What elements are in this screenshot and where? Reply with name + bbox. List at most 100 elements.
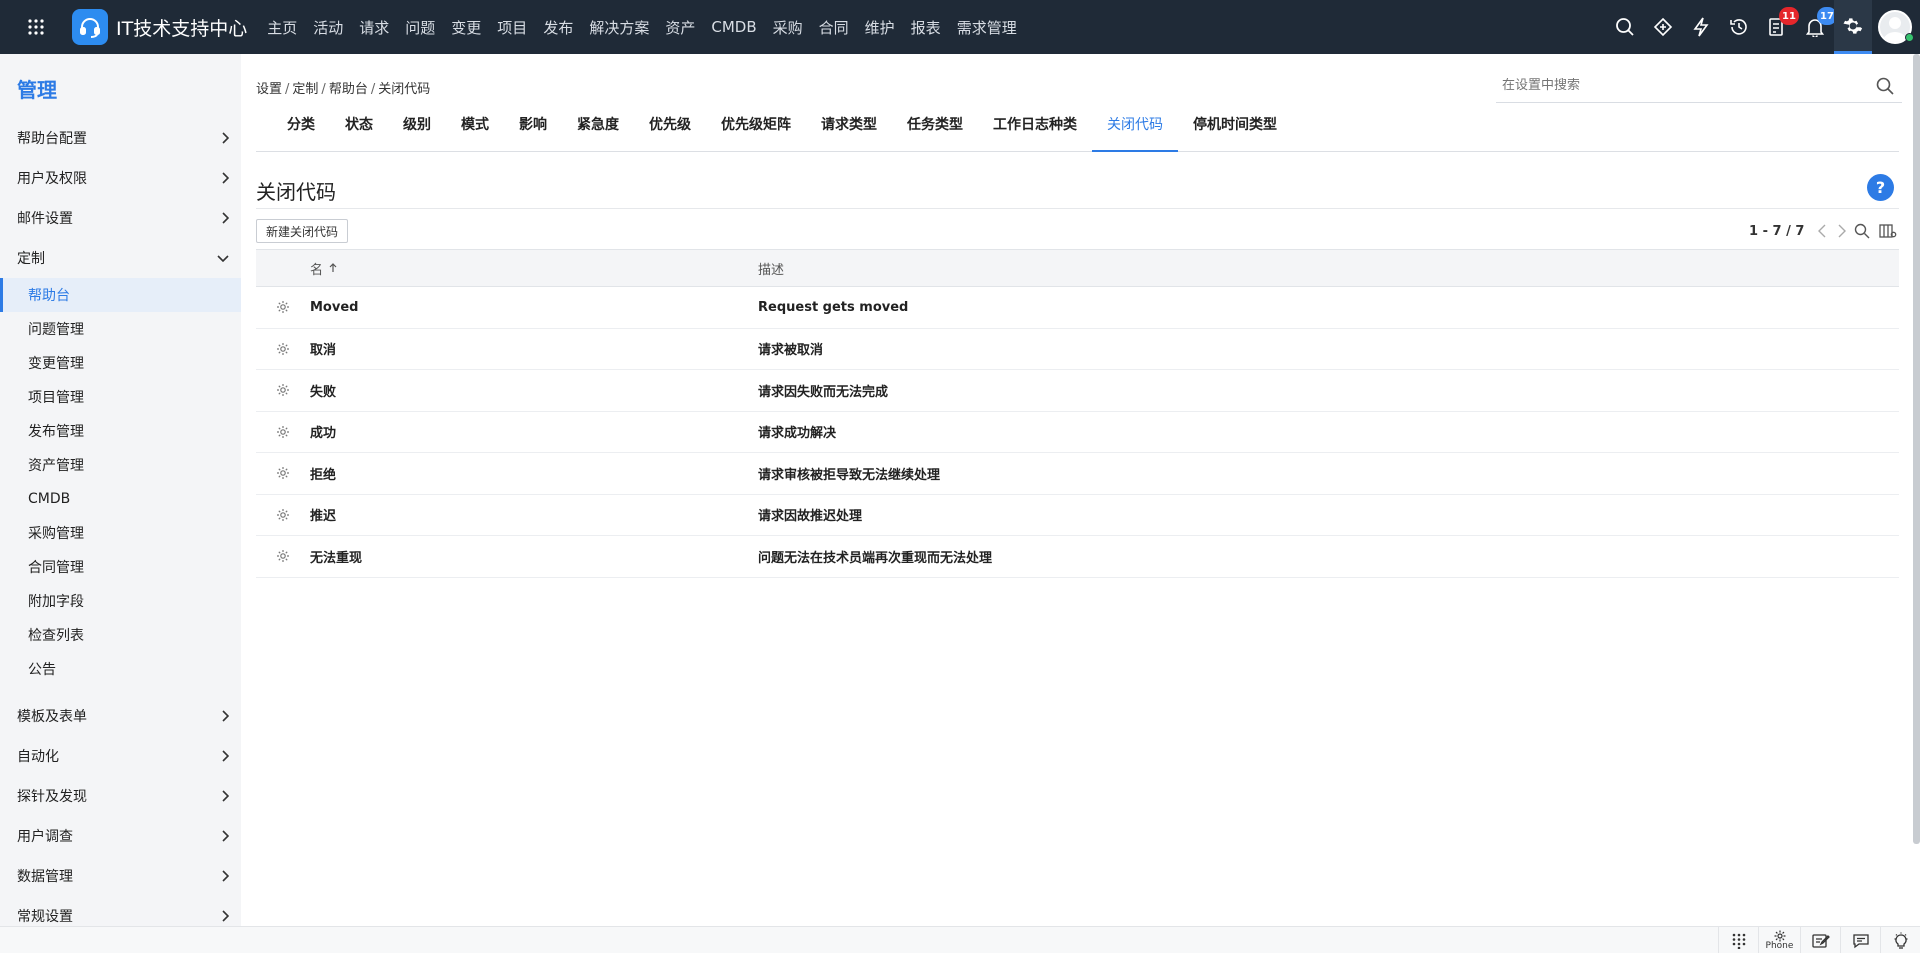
- lightning-icon[interactable]: [1682, 0, 1720, 54]
- row-name[interactable]: 失败: [310, 381, 758, 400]
- lightbulb-icon[interactable]: [1880, 927, 1920, 953]
- row-gear-icon[interactable]: [256, 342, 310, 356]
- column-header-name[interactable]: 名: [310, 259, 758, 278]
- sidebar-item-asset-management[interactable]: 资产管理: [0, 448, 241, 482]
- tasks-icon[interactable]: 11: [1758, 0, 1799, 54]
- sidebar-section-customization[interactable]: 定制: [0, 238, 241, 278]
- nav-purchase[interactable]: 采购: [765, 0, 811, 54]
- breadcrumb-customization[interactable]: 定制: [292, 82, 318, 97]
- tab-downtime-type[interactable]: 停机时间类型: [1178, 114, 1292, 152]
- headset-logo-icon[interactable]: [72, 9, 108, 45]
- dialpad-icon[interactable]: [1718, 927, 1758, 953]
- row-name[interactable]: 成功: [310, 422, 758, 441]
- table-row[interactable]: 拒绝 请求审核被拒导致无法继续处理: [256, 453, 1899, 495]
- nav-requests[interactable]: 请求: [351, 0, 397, 54]
- chat-icon[interactable]: [1840, 927, 1880, 953]
- row-gear-icon[interactable]: [256, 549, 310, 563]
- sidebar-section-mail-settings[interactable]: 邮件设置: [0, 198, 241, 238]
- tab-closure-codes[interactable]: 关闭代码: [1092, 114, 1178, 152]
- nav-reports[interactable]: 报表: [903, 0, 949, 54]
- row-name[interactable]: 拒绝: [310, 464, 758, 483]
- tab-worklog-type[interactable]: 工作日志种类: [978, 114, 1092, 152]
- sidebar-item-release-management[interactable]: 发布管理: [0, 414, 241, 448]
- sidebar-item-problem-management[interactable]: 问题管理: [0, 312, 241, 346]
- phone-button[interactable]: Phone: [1758, 927, 1800, 953]
- settings-search-input[interactable]: [1496, 78, 1856, 93]
- nav-problems[interactable]: 问题: [397, 0, 443, 54]
- nav-contracts[interactable]: 合同: [811, 0, 857, 54]
- tab-mode[interactable]: 模式: [446, 114, 504, 152]
- column-header-description[interactable]: 描述: [758, 259, 1899, 278]
- sidebar-section-helpdesk-config[interactable]: 帮助台配置: [0, 118, 241, 158]
- sidebar-section-probes-discovery[interactable]: 探针及发现: [0, 776, 241, 816]
- nav-releases[interactable]: 发布: [535, 0, 581, 54]
- sidebar-item-project-management[interactable]: 项目管理: [0, 380, 241, 414]
- chevron-left-icon[interactable]: [1812, 220, 1832, 242]
- sidebar-section-data-management[interactable]: 数据管理: [0, 856, 241, 896]
- tab-level[interactable]: 级别: [388, 114, 446, 152]
- row-name[interactable]: 推迟: [310, 505, 758, 524]
- table-row[interactable]: 成功 请求成功解决: [256, 412, 1899, 453]
- sidebar-item-additional-fields[interactable]: 附加字段: [0, 584, 241, 618]
- nav-changes[interactable]: 变更: [443, 0, 489, 54]
- tab-priority[interactable]: 优先级: [634, 114, 706, 152]
- app-grid-icon[interactable]: [9, 0, 63, 54]
- sidebar-section-automation[interactable]: 自动化: [0, 736, 241, 776]
- table-row[interactable]: 推迟 请求因故推迟处理: [256, 495, 1899, 536]
- row-gear-icon[interactable]: [256, 300, 310, 314]
- table-search-icon[interactable]: [1852, 220, 1872, 242]
- sidebar-item-announcements[interactable]: 公告: [0, 652, 241, 686]
- chevron-right-icon[interactable]: [1832, 220, 1852, 242]
- sidebar-section-user-survey[interactable]: 用户调查: [0, 816, 241, 856]
- row-gear-icon[interactable]: [256, 383, 310, 397]
- column-settings-icon[interactable]: [1878, 220, 1898, 242]
- sidebar-section-users-permissions[interactable]: 用户及权限: [0, 158, 241, 198]
- table-row[interactable]: Moved Request gets moved: [256, 287, 1899, 329]
- tab-priority-matrix[interactable]: 优先级矩阵: [706, 114, 806, 152]
- nav-home[interactable]: 主页: [259, 0, 305, 54]
- row-gear-icon[interactable]: [256, 508, 310, 522]
- row-name[interactable]: 取消: [310, 339, 758, 358]
- gear-icon[interactable]: [1834, 0, 1872, 54]
- row-name[interactable]: Moved: [310, 300, 758, 315]
- sidebar-item-cmdb[interactable]: CMDB: [0, 482, 241, 516]
- nav-demand-management[interactable]: 需求管理: [949, 0, 1025, 54]
- sidebar-item-helpdesk[interactable]: 帮助台: [0, 278, 241, 312]
- table-row[interactable]: 取消 请求被取消: [256, 329, 1899, 370]
- page-scrollbar[interactable]: [1913, 54, 1920, 844]
- sidebar-item-checklists[interactable]: 检查列表: [0, 618, 241, 652]
- help-button[interactable]: ?: [1867, 174, 1894, 201]
- sidebar-item-purchase-management[interactable]: 采购管理: [0, 516, 241, 550]
- tab-category[interactable]: 分类: [272, 114, 330, 152]
- bell-icon[interactable]: 17: [1796, 0, 1837, 54]
- tab-urgency[interactable]: 紧急度: [562, 114, 634, 152]
- new-closure-code-button[interactable]: 新建关闭代码: [256, 219, 349, 243]
- breadcrumb-helpdesk[interactable]: 帮助台: [329, 82, 368, 97]
- nav-cmdb[interactable]: CMDB: [703, 0, 764, 54]
- sidebar-section-templates-forms[interactable]: 模板及表单: [0, 696, 241, 736]
- tab-task-type[interactable]: 任务类型: [892, 114, 978, 152]
- search-icon[interactable]: [1876, 77, 1894, 95]
- notepad-icon[interactable]: [1800, 927, 1840, 953]
- tab-status[interactable]: 状态: [330, 114, 388, 152]
- app-title[interactable]: IT技术支持中心: [116, 14, 247, 41]
- nav-assets[interactable]: 资产: [657, 0, 703, 54]
- tab-impact[interactable]: 影响: [504, 114, 562, 152]
- sort-ascending-icon[interactable]: [329, 263, 337, 273]
- history-icon[interactable]: [1720, 0, 1758, 54]
- nav-maintenance[interactable]: 维护: [857, 0, 903, 54]
- sidebar-item-change-management[interactable]: 变更管理: [0, 346, 241, 380]
- row-gear-icon[interactable]: [256, 466, 310, 480]
- breadcrumb-settings[interactable]: 设置: [256, 82, 282, 97]
- table-row[interactable]: 失败 请求因失败而无法完成: [256, 370, 1899, 412]
- nav-projects[interactable]: 项目: [489, 0, 535, 54]
- diamond-icon[interactable]: [1644, 0, 1682, 54]
- nav-activities[interactable]: 活动: [305, 0, 351, 54]
- table-row[interactable]: 无法重现 问题无法在技术员端再次重现而无法处理: [256, 536, 1899, 578]
- sidebar-item-contract-management[interactable]: 合同管理: [0, 550, 241, 584]
- search-icon[interactable]: [1606, 0, 1644, 54]
- nav-solutions[interactable]: 解决方案: [581, 0, 657, 54]
- row-gear-icon[interactable]: [256, 425, 310, 439]
- row-name[interactable]: 无法重现: [310, 547, 758, 566]
- tab-request-type[interactable]: 请求类型: [806, 114, 892, 152]
